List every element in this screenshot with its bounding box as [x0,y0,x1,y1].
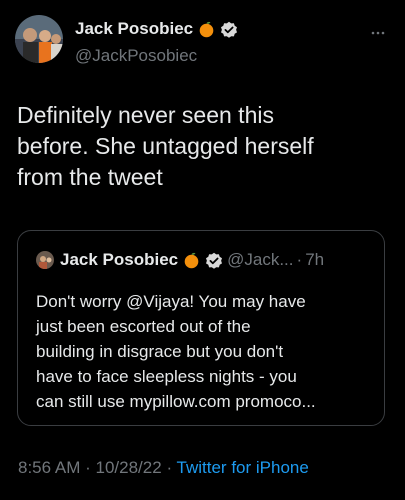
verified-badge-icon [205,252,223,269]
more-options-icon[interactable] [371,22,385,38]
tweet: Jack Posobiec @JackPosobiec Definitely n… [0,0,405,500]
meta-separator: · [85,458,91,477]
verified-badge-icon [220,21,238,38]
quoted-tweet[interactable]: Jack Posobiec @Jack... · 7h Don't worry … [17,230,385,426]
tweet-text: Definitely never seen this before. She u… [17,102,314,190]
quoted-timestamp: 7h [305,250,325,269]
tweet-date: 10/28/22 [95,458,162,477]
quoted-tweet-text: Don't worry @Vijaya! You may have just b… [36,292,316,411]
meta-separator: · [166,458,173,477]
quoted-header: Jack Posobiec @Jack... · 7h [60,250,324,270]
author-name-row[interactable]: Jack Posobiec [75,19,238,39]
quoted-author-name: Jack Posobiec [60,250,179,269]
author-name[interactable]: Jack Posobiec [75,19,193,39]
quoted-author-handle: @Jack... [227,250,294,269]
tweet-source-link[interactable]: Twitter for iPhone [177,458,309,477]
author-avatar[interactable] [15,15,63,63]
author-handle[interactable]: @JackPosobiec [75,46,197,66]
orange-fruit-icon [183,252,200,269]
tweet-meta: 8:56 AM · 10/28/22 · Twitter for iPhone [18,458,309,478]
quoted-author-avatar [36,251,54,269]
orange-fruit-icon [198,21,215,38]
tweet-time: 8:56 AM [18,458,81,477]
quoted-separator: · [296,250,303,269]
